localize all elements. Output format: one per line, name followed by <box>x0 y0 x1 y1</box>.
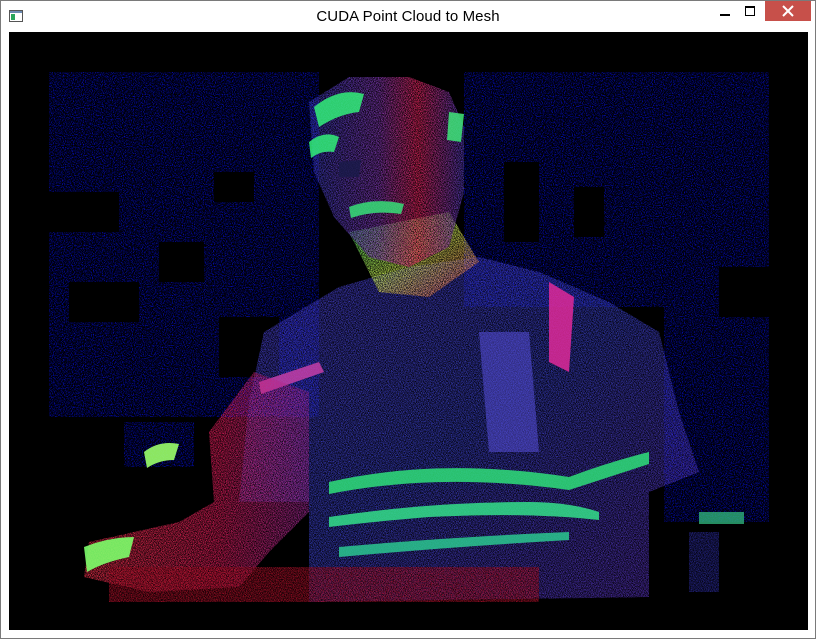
close-button[interactable] <box>765 1 811 21</box>
maximize-button[interactable] <box>738 1 762 21</box>
render-viewport[interactable] <box>9 32 808 630</box>
app-window: CUDA Point Cloud to Mesh <box>0 0 816 639</box>
minimize-button[interactable] <box>713 1 737 21</box>
window-title: CUDA Point Cloud to Mesh <box>316 8 500 25</box>
maximize-icon <box>745 6 755 16</box>
title-bar[interactable]: CUDA Point Cloud to Mesh <box>1 1 815 32</box>
minimize-icon <box>720 14 730 16</box>
table-mesh <box>109 567 539 602</box>
right-edge-points <box>689 512 744 592</box>
point-cloud-mesh-render <box>49 72 769 602</box>
close-icon <box>782 5 794 17</box>
